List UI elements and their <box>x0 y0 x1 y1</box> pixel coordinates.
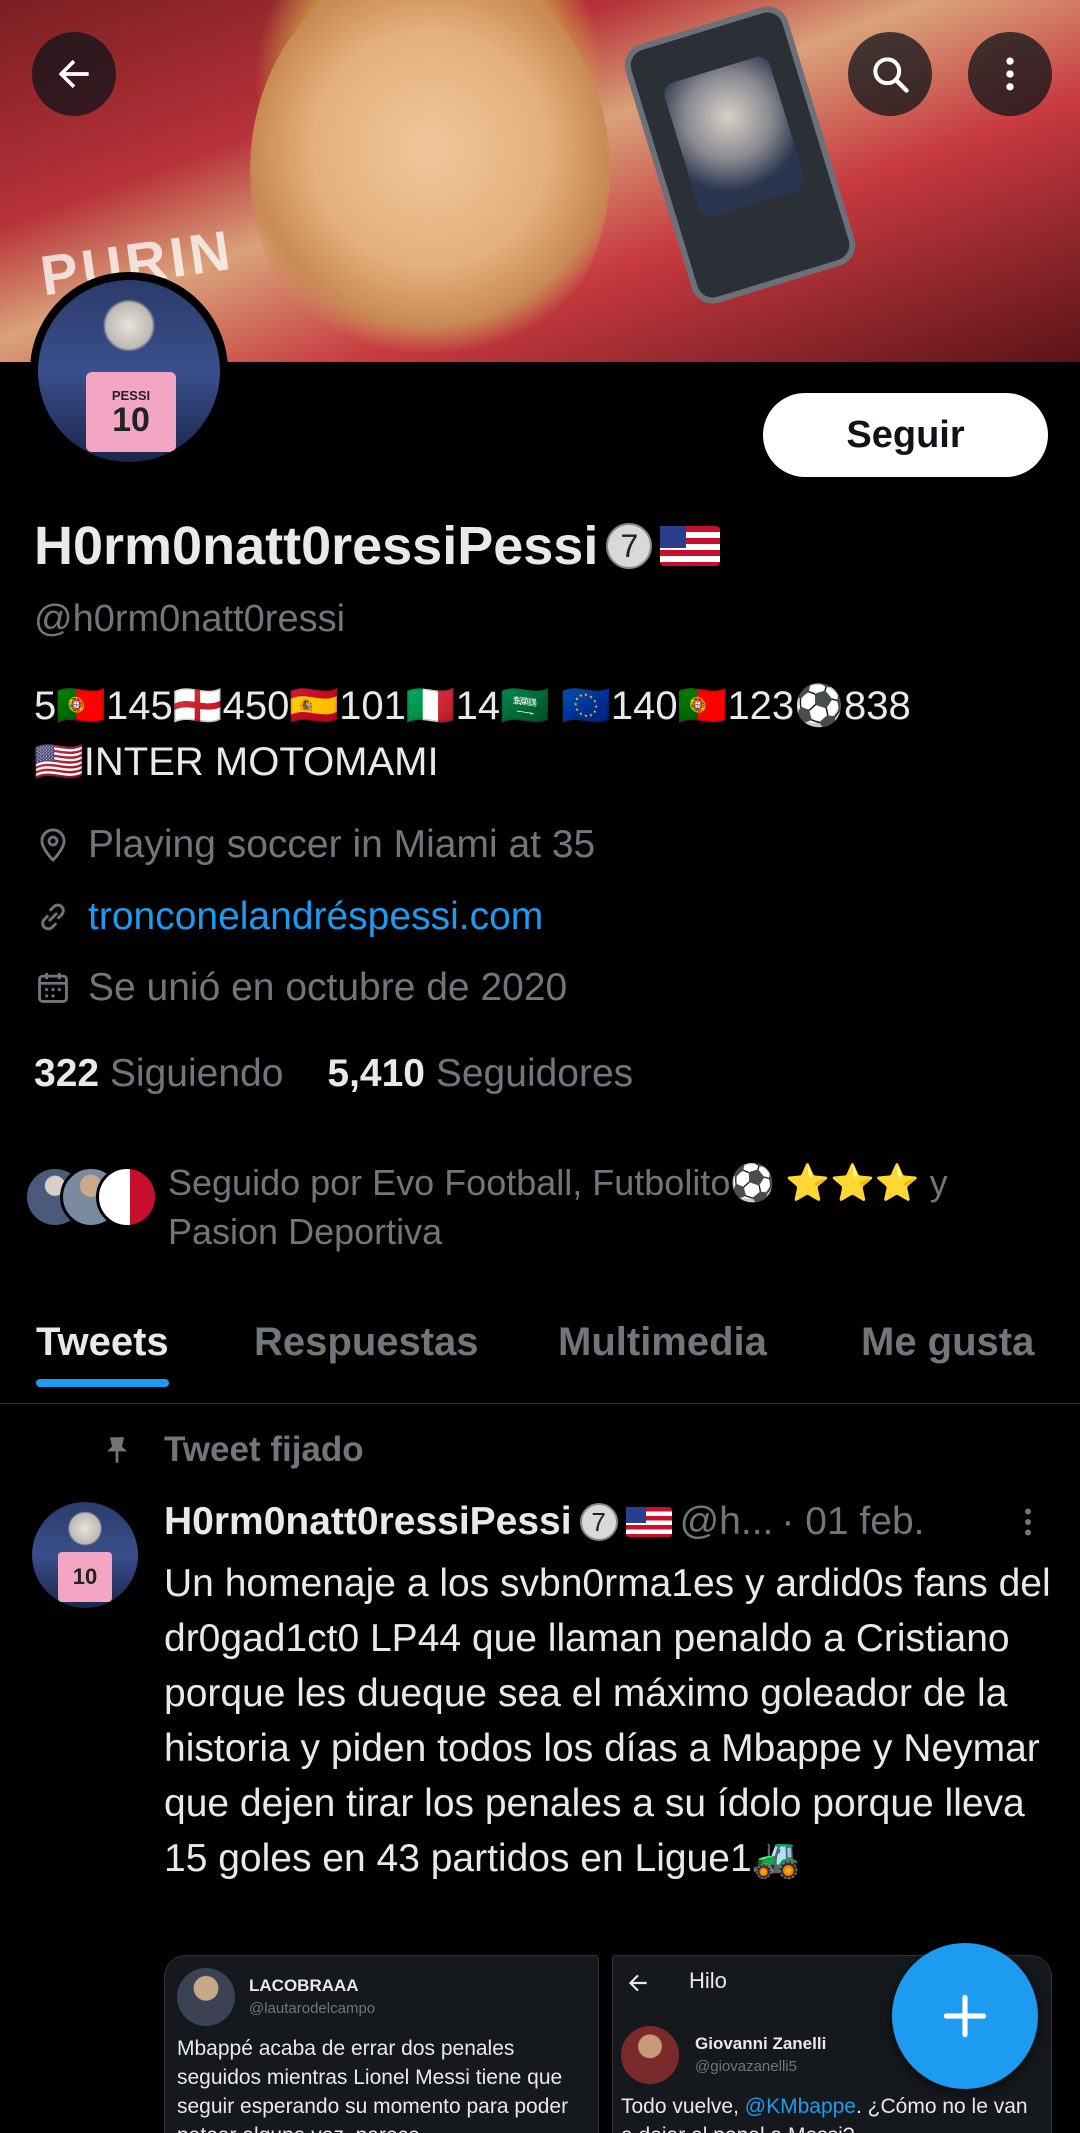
profile-bio: 5🇵🇹145🏴󠁧󠁢󠁥󠁮󠁧󠁿450🇪🇸101🇮🇹14🇸🇦 🇪🇺140🇵🇹123⚽8… <box>34 678 1044 790</box>
media-right-handle: @giovazanelli5 <box>695 2058 797 2075</box>
followed-by-text: Seguido por Evo Football, Futbolito⚽ ⭐⭐⭐… <box>168 1162 948 1252</box>
follow-stats: 322 Siguiendo 5,410 Seguidores <box>34 1052 633 1096</box>
media-right-back-icon <box>628 1974 647 1992</box>
banner-figure-face <box>250 0 610 362</box>
tweet-us-flag-icon <box>625 1507 672 1537</box>
plus-icon <box>943 1994 987 2038</box>
tweet-media-left[interactable]: LACOBRAAA @lautarodelcampo Mbappé acaba … <box>164 1955 599 2133</box>
followers-stat[interactable]: 5,410 Seguidores <box>327 1052 633 1096</box>
joined-row: Se unió en octubre de 2020 <box>34 966 567 1010</box>
arrow-left-icon <box>58 59 89 89</box>
us-flag-icon <box>660 526 721 566</box>
tab-me-gusta[interactable]: Me gusta <box>861 1300 1034 1385</box>
bio-line-2: 🇺🇸INTER MOTOMAMI <box>34 740 439 784</box>
media-left-text: Mbappé acaba de errar dos penales seguid… <box>177 2037 569 2133</box>
media-left-name: LACOBRAAA <box>249 1976 359 1995</box>
avatar-shirt-number: 10 <box>112 400 150 439</box>
followed-by-row[interactable]: Seguido por Evo Football, Futbolito⚽ ⭐⭐⭐… <box>24 1158 1038 1256</box>
number-badge: 7 <box>606 523 653 569</box>
media-left-handle: @lautarodelcampo <box>249 2000 376 2017</box>
media-right-name: Giovanni Zanelli <box>695 2034 827 2053</box>
tweet-body: Un homenaje a los svbn0rma1es y ardid0s … <box>164 1562 1051 1880</box>
location-text: Playing soccer in Miami at 35 <box>88 823 596 866</box>
banner-phone <box>619 1 861 309</box>
more-vertical-icon <box>1006 57 1014 91</box>
more-options-button[interactable] <box>968 32 1052 116</box>
back-button[interactable] <box>32 32 116 116</box>
location-pin-icon <box>40 828 66 863</box>
media-right-header: Hilo <box>689 1968 727 1993</box>
tweet-number-badge: 7 <box>579 1503 618 1541</box>
tab-respuestas[interactable]: Respuestas <box>254 1300 479 1385</box>
following-label: Siguiendo <box>109 1052 284 1095</box>
pinned-indicator: Tweet fijado <box>100 1430 364 1470</box>
link-icon <box>41 903 65 931</box>
avatar-image: PESSI 10 <box>38 280 220 462</box>
display-name-text: H0rm0natt0ressiPessi <box>34 516 599 576</box>
following-count: 322 <box>34 1052 100 1095</box>
joined-text: Se unió en octubre de 2020 <box>88 966 568 1009</box>
website-link[interactable]: tronconelandréspessi.com <box>88 895 543 939</box>
avatar-shirt: PESSI 10 <box>86 372 176 452</box>
mini-avatar-3 <box>96 1166 158 1228</box>
media-right-mention: @KMbappe <box>744 2095 856 2118</box>
pinned-label: Tweet fijado <box>164 1430 364 1469</box>
profile-tabs: Tweets Respuestas Multimedia Me gusta <box>0 1300 1080 1404</box>
tweet-more-icon[interactable] <box>1010 1502 1046 1542</box>
tweet-avatar-shirt: 10 <box>58 1552 112 1602</box>
tweet-author-handle: @h... <box>679 1500 774 1543</box>
media-right-avatar <box>621 2026 679 2084</box>
calendar-icon <box>38 972 68 1003</box>
tweet-header: H0rm0natt0ressiPessi 7 @h... · 01 feb. <box>164 1500 1044 1544</box>
tab-tweets[interactable]: Tweets <box>36 1300 169 1387</box>
followers-count: 5,410 <box>327 1052 426 1095</box>
display-name: H0rm0natt0ressiPessi 7 <box>34 515 721 577</box>
pin-icon <box>107 1437 127 1463</box>
tweet-author-avatar[interactable]: 10 <box>32 1502 138 1608</box>
media-left-avatar <box>177 1968 235 2026</box>
location-row: Playing soccer in Miami at 35 <box>34 823 595 867</box>
tweet-date: · 01 feb. <box>781 1500 925 1543</box>
followers-label: Seguidores <box>435 1052 634 1095</box>
following-stat[interactable]: 322 Siguiendo <box>34 1052 283 1096</box>
search-button[interactable] <box>848 32 932 116</box>
compose-tweet-button[interactable] <box>892 1943 1038 2089</box>
media-right-text-pre: Todo vuelve, <box>621 2095 739 2118</box>
tweet-author-name[interactable]: H0rm0natt0ressiPessi <box>164 1500 572 1544</box>
media-right-text: Todo vuelve, @KMbappe. ¿Cómo no le van a… <box>621 2092 1041 2133</box>
followed-by-avatars <box>24 1166 158 1232</box>
website-row: tronconelandréspessi.com <box>34 895 543 939</box>
bio-line-1: 5🇵🇹145🏴󠁧󠁢󠁥󠁮󠁧󠁿450🇪🇸101🇮🇹14🇸🇦 🇪🇺140🇵🇹123⚽8… <box>34 684 911 728</box>
search-icon <box>873 57 909 93</box>
profile-avatar[interactable]: PESSI 10 <box>30 272 228 470</box>
follow-button[interactable]: Seguir <box>763 393 1048 477</box>
tab-multimedia[interactable]: Multimedia <box>558 1300 767 1385</box>
user-handle: @h0rm0natt0ressi <box>34 598 346 640</box>
